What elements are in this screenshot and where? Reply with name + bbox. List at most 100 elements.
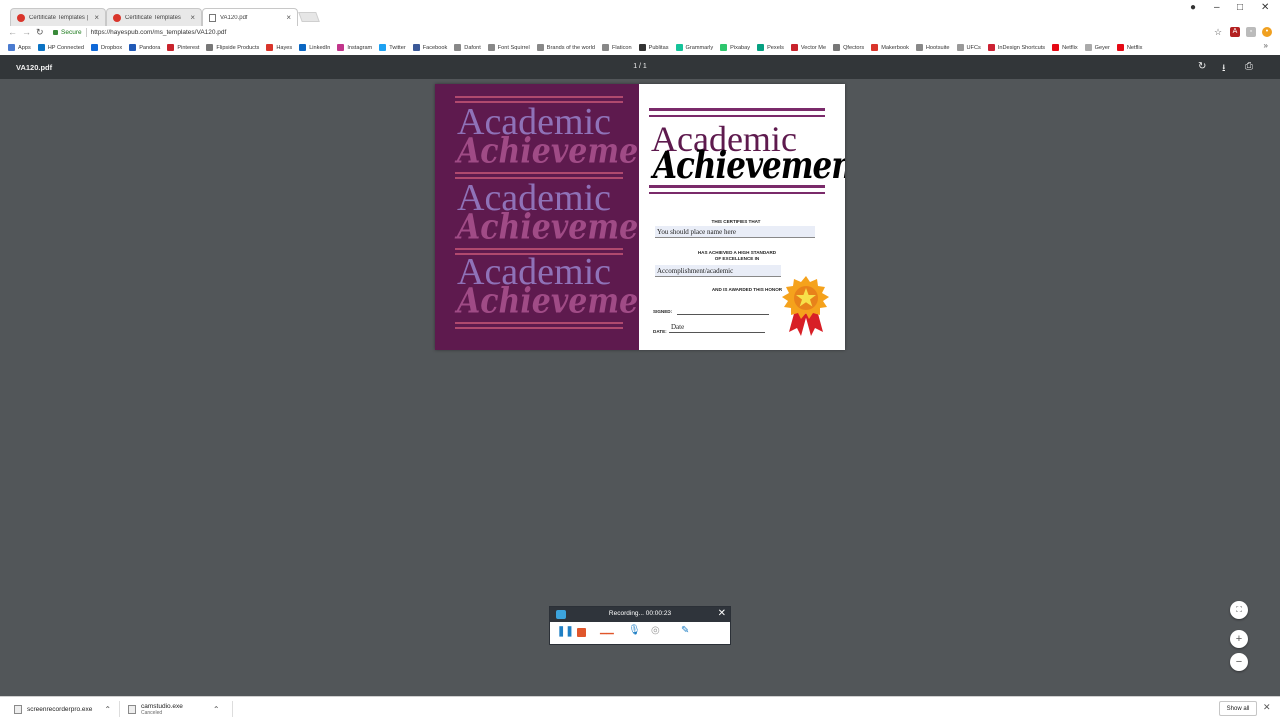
bookmark-item[interactable]: Brands of the world	[536, 44, 595, 51]
bookmark-label: Brands of the world	[546, 44, 595, 51]
bookmark-label: Flipside Products	[216, 44, 260, 51]
stripe	[455, 96, 623, 98]
tab-certificate-templates-2[interactable]: Certificate Templates ×	[106, 8, 202, 26]
bookmark-favicon-icon	[412, 44, 420, 51]
close-window-icon[interactable]: ✕	[1261, 2, 1269, 13]
close-icon[interactable]: ✕	[1263, 702, 1271, 713]
bookmark-item[interactable]: Flaticon	[602, 44, 632, 51]
bookmark-item[interactable]: Instagram	[337, 44, 372, 51]
bookmark-label: Dropbox	[101, 44, 123, 51]
show-all-button[interactable]: Show all	[1219, 701, 1257, 716]
close-tab-icon[interactable]: ×	[286, 13, 291, 22]
chevron-up-icon[interactable]: ⌃	[104, 705, 111, 714]
stop-icon[interactable]	[577, 628, 586, 637]
menu-extension-icon[interactable]: •	[1262, 27, 1272, 37]
bookmark-item[interactable]: Grammarly	[675, 44, 713, 51]
bookmark-favicon-icon	[91, 44, 99, 51]
maximize-icon[interactable]: □	[1237, 2, 1243, 13]
extension-icon[interactable]: ▫	[1246, 27, 1256, 37]
stripe	[455, 172, 623, 174]
fit-page-button[interactable]: ⛶	[1230, 601, 1248, 619]
accomplishment-field[interactable]: Accomplishment/academic	[655, 265, 781, 277]
pause-icon[interactable]: ❚❚	[557, 626, 574, 637]
system-audio-icon[interactable]: ◎	[651, 625, 660, 636]
download-item[interactable]: camstudio.exe Canceled ⌃	[128, 701, 228, 717]
bookmark-item[interactable]: Flipside Products	[206, 44, 259, 51]
bookmark-item[interactable]: LinkedIn	[299, 44, 330, 51]
acrobat-extension-icon[interactable]: A	[1230, 27, 1240, 37]
bookmark-favicon-icon	[8, 44, 15, 51]
pen-icon[interactable]: ✎	[681, 625, 689, 636]
zoom-in-button[interactable]: +	[1230, 630, 1248, 648]
close-tab-icon[interactable]: ×	[190, 13, 195, 22]
bookmark-star-icon[interactable]: ☆	[1214, 27, 1222, 38]
bookmark-favicon-icon	[299, 44, 307, 51]
bookmark-favicon-icon	[757, 44, 765, 51]
bookmark-label: Hootsuite	[925, 44, 950, 51]
bookmark-item[interactable]: Pandora	[129, 44, 160, 51]
document-icon	[209, 13, 216, 22]
bookmark-item[interactable]: Publitas	[638, 44, 669, 51]
bookmark-item[interactable]: Apps	[8, 44, 31, 51]
tab-certificate-templates-1[interactable]: Certificate Templates | P ×	[10, 8, 106, 26]
bookmark-item[interactable]: Facebook	[412, 44, 447, 51]
bookmark-favicon-icon	[337, 44, 345, 51]
date-field[interactable]: Date	[669, 321, 765, 333]
close-icon[interactable]: ✕	[718, 608, 726, 619]
new-tab-button[interactable]	[298, 12, 320, 22]
url-text[interactable]: https://hayespub.com/ms_templates/VA120.…	[91, 29, 227, 36]
bookmark-item[interactable]: Pinterest	[167, 44, 199, 51]
bookmark-label: Makerbook	[881, 44, 909, 51]
signature-line[interactable]	[677, 314, 769, 315]
bookmark-item[interactable]: Pexels	[757, 44, 784, 51]
print-icon[interactable]: ⎙	[1245, 61, 1253, 72]
rotate-icon[interactable]: ↻	[1198, 61, 1206, 72]
microphone-icon[interactable]: 🎙	[628, 625, 641, 636]
browser-tab-strip: Certificate Templates | P × Certificate …	[0, 0, 1280, 26]
bookmark-item[interactable]: Geyer	[1084, 44, 1110, 51]
bookmark-favicon-icon	[602, 44, 609, 51]
bookmark-favicon-icon	[1084, 44, 1092, 51]
bookmark-label: Pexels	[767, 44, 784, 51]
profile-icon[interactable]: ●	[1190, 2, 1196, 13]
bookmark-label: Pixabay	[730, 44, 751, 51]
bookmark-item[interactable]: Makerbook	[871, 44, 909, 51]
bookmark-item[interactable]: UFCs	[956, 44, 981, 51]
address-bar[interactable]: Secure https://hayespub.com/ms_templates…	[50, 26, 1228, 39]
recipient-name-field[interactable]: You should place name here	[655, 226, 815, 238]
bookmark-item[interactable]: Twitter	[379, 44, 406, 51]
bookmark-item[interactable]: Qfectors	[833, 44, 864, 51]
zoom-out-button[interactable]: −	[1230, 653, 1248, 671]
bookmark-favicon-icon	[167, 44, 175, 51]
bookmark-favicon-icon	[536, 44, 544, 51]
tab-va120-pdf[interactable]: VA120.pdf ×	[202, 8, 298, 26]
webcam-off-icon[interactable]: ▁▁	[600, 624, 614, 635]
bookmark-label: Instagram	[347, 44, 373, 51]
chevron-up-icon[interactable]: ⌃	[213, 705, 220, 714]
download-icon[interactable]: ⭳	[1222, 61, 1226, 78]
bookmark-item[interactable]: HP Connected	[37, 44, 84, 51]
minimize-icon[interactable]: –	[1214, 2, 1220, 13]
bookmark-item[interactable]: Pixabay	[720, 44, 750, 51]
bookmark-item[interactable]: Dropbox	[91, 44, 122, 51]
close-tab-icon[interactable]: ×	[94, 13, 99, 22]
bookmark-item[interactable]: Netflix	[1116, 44, 1142, 51]
bookmark-item[interactable]: Vector Me	[790, 44, 826, 51]
bookmark-item[interactable]: Hootsuite	[915, 44, 950, 51]
download-item[interactable]: screenrecorderpro.exe ⌃	[14, 701, 114, 717]
recorder-title-bar[interactable]: Recording... 00:00:23 ✕	[550, 607, 730, 622]
bookmark-favicon-icon	[129, 44, 137, 51]
forward-arrow-icon[interactable]: →	[22, 27, 31, 37]
bookmark-item[interactable]: Font Squirrel	[487, 44, 530, 51]
bookmark-item[interactable]: Hayes	[266, 44, 292, 51]
screen-recorder-widget: Recording... 00:00:23 ✕ ❚❚ ▁▁ 🎙 ◎ ✎	[549, 606, 731, 645]
bookmark-item[interactable]: Dafont	[454, 44, 481, 51]
address-row: ← → ↻ Secure https://hayespub.com/ms_tem…	[0, 26, 1280, 40]
bookmark-item[interactable]: InDesign Shortcuts	[987, 44, 1045, 51]
reload-icon[interactable]: ↻	[36, 27, 44, 38]
back-arrow-icon[interactable]: ←	[8, 27, 17, 37]
bookmark-favicon-icon	[720, 44, 728, 51]
lock-icon	[53, 30, 58, 35]
bookmark-item[interactable]: Netflix	[1052, 44, 1078, 51]
more-bookmarks-icon[interactable]: »	[1264, 41, 1268, 50]
